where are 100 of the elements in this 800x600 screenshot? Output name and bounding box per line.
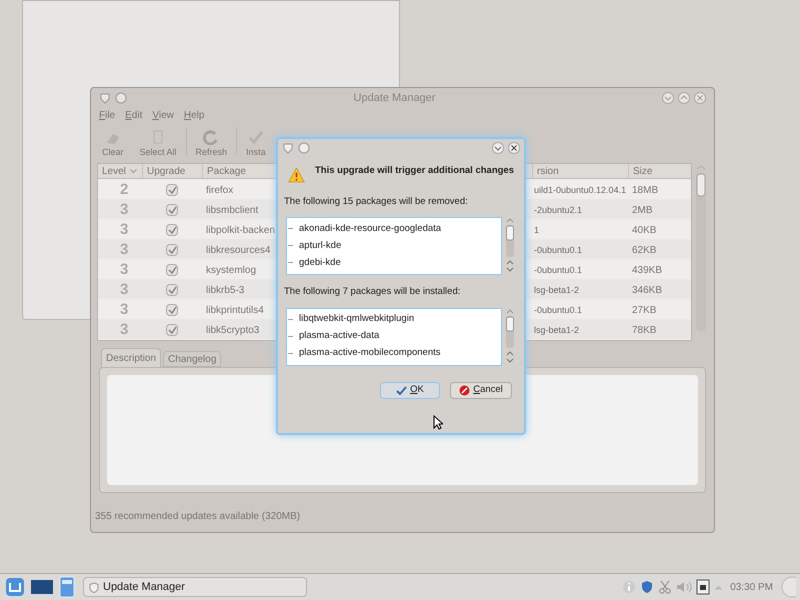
table-cell-text: 439KB (631, 264, 664, 278)
column-header[interactable]: Upgrade (142, 164, 202, 179)
table-cell-text: 3 (119, 240, 130, 260)
window-menu-icon (282, 142, 294, 154)
table-cell: -2ubuntu2.1 (534, 204, 582, 215)
package-item: plasma-active-data (299, 328, 380, 343)
checkbox[interactable] (166, 304, 178, 316)
list-label: The following 15 packages will be removed: (283, 195, 469, 209)
table-cell-text: 3 (119, 260, 130, 280)
table-cell-text: 3 (119, 320, 130, 340)
status-text: 355 recommended updates available (320MB) (94, 510, 302, 524)
table-cell: libkresources4 (206, 244, 270, 256)
check-icon (168, 186, 176, 194)
shield-icon (89, 582, 99, 592)
check-icon (168, 306, 176, 314)
checkbox[interactable] (166, 204, 178, 216)
minimize-icon (662, 92, 674, 104)
window-title: Update Manager (352, 90, 436, 106)
checkbox[interactable] (166, 244, 178, 256)
table-cell-text: 2MB (631, 204, 654, 218)
column-header[interactable]: Size (628, 164, 691, 179)
launcher-icon (4, 577, 26, 597)
checkbox[interactable] (166, 264, 178, 276)
package-item: libqtwebkit-qmlwebkitplugin (299, 312, 414, 326)
table-cell: -0ubuntu0.1 (534, 244, 582, 255)
info-icon (622, 580, 636, 594)
table-cell-text: 78KB (631, 324, 658, 338)
tab[interactable]: Changelog (163, 351, 222, 367)
table-cell: 1 (534, 224, 540, 235)
table-cell: libpolkit-backen (206, 224, 275, 236)
files-icon (58, 576, 76, 598)
up-arrow-icon (714, 584, 724, 590)
update-shield-icon (640, 580, 654, 594)
table-cell: libk5crypto3 (206, 324, 260, 336)
checkbox[interactable] (166, 184, 178, 196)
package-item: plasma-active-mobilecomponents (299, 346, 441, 360)
window-menu-icon (99, 92, 111, 104)
column-header[interactable]: rsion (532, 164, 628, 179)
table-cell-text: 2 (119, 180, 130, 200)
ok-button[interactable]: OK (380, 382, 440, 398)
table-cell: uild1-0ubuntu0.12.04.1 (534, 184, 626, 195)
check-icon (168, 266, 176, 274)
scissors-icon (658, 580, 672, 594)
toolbar-button[interactable]: Insta (239, 128, 273, 159)
table-cell-text: 40KB (631, 224, 658, 238)
table-cell-text: 3 (119, 220, 130, 240)
check-icon (168, 206, 176, 214)
warning-icon (288, 165, 305, 185)
refresh-icon (202, 128, 220, 144)
cancel-button[interactable]: Cancel (450, 382, 512, 398)
check-icon (168, 326, 176, 334)
column-header[interactable]: Level (98, 164, 142, 179)
table-cell: ksystemlog (206, 264, 256, 276)
menu-item[interactable]: Help (184, 108, 204, 123)
close-icon (508, 142, 520, 154)
cancel-icon (459, 384, 470, 396)
mouse-cursor-icon (433, 415, 443, 430)
table-cell-text: 18MB (631, 184, 660, 198)
package-item: gdebi-kde (299, 256, 341, 270)
checkbox[interactable] (166, 324, 178, 336)
table-cell-text: 62KB (631, 244, 658, 258)
table-cell: libsmbclient (206, 204, 258, 216)
table-cell: -0ubuntu0.1 (534, 264, 582, 275)
menu-item[interactable]: Edit (125, 108, 142, 123)
check-icon (168, 286, 176, 294)
speaker-icon (676, 580, 692, 594)
package-item: akonadi-kde-resource-googledata (299, 222, 442, 236)
toolbar-button[interactable]: Select All (132, 128, 184, 159)
checkbox[interactable] (166, 284, 178, 296)
minimize-icon (492, 142, 504, 154)
desktop-icon (30, 578, 54, 596)
table-cell: libkprintutils4 (206, 304, 264, 316)
menu-item[interactable]: File (99, 108, 116, 123)
table-cell-text: 346KB (631, 284, 664, 298)
check-icon (168, 246, 176, 254)
check-icon (396, 386, 408, 394)
table-cell: firefox (206, 184, 234, 196)
menu-item[interactable]: View (152, 108, 174, 123)
toolbar-button[interactable]: Clear (95, 128, 131, 159)
maximize-icon (678, 92, 690, 104)
dialog-heading: This upgrade will trigger additional changes (315, 164, 514, 178)
table-cell: -0ubuntu0.1 (534, 304, 582, 315)
clock: 03:30 PM (729, 580, 774, 594)
toolbar-button[interactable]: Refresh (188, 128, 234, 159)
taskbar-task[interactable]: Update Manager (83, 577, 307, 597)
table-cell: libkrb5-3 (206, 284, 244, 296)
sort-caret-icon (130, 169, 137, 174)
table-cell: lsg-beta1-2 (534, 324, 580, 335)
table-cell-text: 3 (119, 300, 130, 320)
package-item: apturl-kde (299, 238, 342, 253)
close-icon (694, 92, 706, 104)
check-icon (168, 226, 176, 234)
checkbox[interactable] (166, 224, 178, 236)
table-cell-text: 3 (119, 280, 130, 300)
list-label: The following 7 packages will be installed: (283, 285, 462, 300)
table-cell-text: 27KB (631, 304, 658, 318)
table-cell-text: 3 (119, 200, 130, 220)
tab[interactable]: Description (101, 348, 162, 367)
scrollbar-drawing (505, 308, 515, 366)
table-cell: lsg-beta1-2 (534, 284, 580, 295)
